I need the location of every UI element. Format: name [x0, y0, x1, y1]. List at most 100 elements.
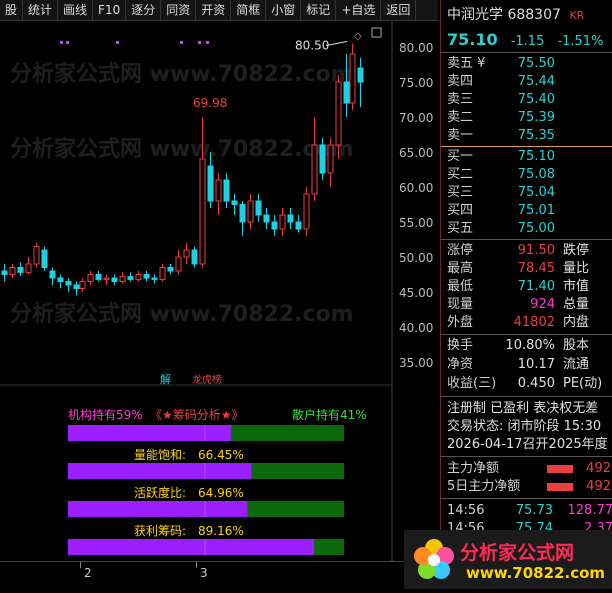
toolbar-item[interactable]: 画线 — [58, 0, 94, 20]
toolbar-item[interactable]: 逐分 — [126, 0, 162, 20]
quote-right-label: 总量 — [563, 297, 590, 312]
quote-row: 买一 75.10 — [447, 148, 612, 166]
quote-value: 924 — [530, 297, 555, 312]
candle-body — [335, 81, 342, 146]
candle-body — [87, 274, 94, 282]
candle-body — [311, 144, 318, 195]
price-axis-label: 40.00 — [399, 321, 433, 335]
toolbar-item[interactable]: 股 — [0, 0, 24, 20]
candle-body — [215, 179, 222, 202]
logo-text: 分析家公式网 — [460, 542, 575, 564]
site-logo: 分析家公式网 www.70822.com — [404, 530, 612, 589]
toolbar-item[interactable]: 简框 — [231, 0, 267, 20]
toolbar-item[interactable]: 标记 — [301, 0, 337, 20]
quote-value: 75.08 — [517, 167, 555, 182]
quote-row: 现量 924 总量 — [447, 296, 612, 314]
quote-label: 买二 — [447, 167, 474, 182]
date-tick — [80, 562, 81, 568]
watermark-text: 分析家公式网 www.70822.com — [10, 301, 354, 327]
candle-body — [73, 284, 80, 289]
quote-right-label: 市值 — [563, 279, 590, 294]
candle-body — [17, 267, 24, 273]
quote-value: 75.50 — [517, 56, 555, 71]
chip-bar-fill — [68, 425, 231, 441]
quote-right-label: 跌停 — [563, 243, 590, 258]
price-change-pct: -1.51% — [557, 34, 604, 49]
close-icon — [371, 27, 382, 38]
quote-label: 买三 — [447, 185, 474, 200]
date-label: 3 — [200, 566, 208, 580]
quote-row: 收益(三) 0.450 PE(动) — [447, 375, 612, 393]
price-axis-label: 80.00 — [399, 41, 433, 55]
watermark-text: 分析家公式网 www.70822.com — [10, 136, 354, 162]
separator — [441, 498, 612, 499]
info-line: 2026-04-17召开2025年度 — [447, 437, 608, 452]
quote-value: 75.40 — [517, 92, 555, 107]
toolbar-item[interactable]: 返回 — [381, 0, 417, 20]
kline-chart[interactable]: 分析家公式网 www.70822.com 分析家公式网 www.70822.com… — [0, 21, 438, 561]
toolbar-item[interactable]: +自选 — [336, 0, 382, 20]
toolbar-item[interactable]: 小窗 — [266, 0, 302, 20]
quote-value: 0.450 — [517, 376, 555, 391]
signal-dot — [116, 41, 119, 44]
date-tick — [196, 562, 197, 568]
candle-body — [271, 221, 278, 230]
quote-value: 71.40 — [517, 279, 555, 294]
quote-right-label: 内盘 — [563, 315, 590, 330]
toolbar-item[interactable]: 开资 — [196, 0, 232, 20]
info-line: 交易状态: 闭市阶段 15:30 — [447, 419, 602, 434]
toolbar-item[interactable]: 同资 — [161, 0, 197, 20]
quote-row: 卖三 75.40 — [447, 91, 612, 109]
price-axis-label: 50.00 — [399, 251, 433, 265]
quote-label: 现量 — [447, 297, 474, 312]
signal-dot — [180, 41, 183, 44]
candle-body — [279, 214, 286, 230]
chip-header-right: 散户持有41% — [292, 407, 367, 422]
quote-row: 最低 71.40 市值 — [447, 278, 612, 296]
separator — [441, 396, 612, 397]
toolbar-item[interactable]: F10 — [93, 0, 127, 20]
candle-body — [199, 158, 206, 265]
quote-label: 最低 — [447, 279, 474, 294]
quote-label: 卖四 — [447, 74, 474, 89]
price-axis-label: 75.00 — [399, 76, 433, 90]
tick-price: 75.73 — [515, 503, 553, 518]
flow-value: 492 — [586, 479, 611, 494]
chip-bar-value: 64.96% — [198, 486, 244, 500]
candle-body — [25, 263, 32, 273]
candle-body — [33, 246, 40, 265]
candle-body — [111, 277, 118, 282]
quote-value: 75.10 — [517, 149, 555, 164]
candle-body — [79, 281, 86, 289]
quote-label: 卖三 — [447, 92, 474, 107]
quote-row: 净资 10.17 流通 — [447, 356, 612, 374]
candle-body — [127, 276, 134, 280]
chip-header-mid: 《★筹码分析★》 — [150, 408, 244, 422]
quote-row: 涨停 91.50 跌停 — [447, 242, 612, 260]
quote-row: 买五 75.00 — [447, 220, 612, 238]
stock-tag: KR — [569, 9, 585, 22]
price-axis-label: 70.00 — [399, 111, 433, 125]
toolbar-item[interactable]: 统计 — [23, 0, 59, 20]
flow-label: 5日主力净额 — [447, 479, 521, 494]
candle-body — [327, 144, 334, 174]
peak-price-label: 80.50 — [295, 39, 329, 53]
candle-body — [349, 53, 356, 104]
info-line: 注册制 已盈利 表决权无差 — [447, 401, 599, 416]
separator — [441, 52, 612, 53]
candle-body — [143, 274, 150, 279]
quote-value: 75.35 — [517, 128, 555, 143]
candle-body — [41, 249, 48, 268]
candle-body — [263, 214, 270, 223]
quote-label: 买一 — [447, 149, 474, 164]
quote-value: 41802 — [513, 315, 555, 330]
bid-ask-divider — [441, 146, 612, 147]
flow-label: 主力净额 — [447, 461, 500, 476]
quote-label: 换手 — [447, 338, 474, 353]
chip-bar-fill — [68, 539, 315, 555]
quote-row: 换手 10.80% 股本 — [447, 337, 612, 355]
chip-bar-label: 获利筹码: — [134, 524, 186, 538]
candle-body — [9, 267, 16, 275]
quote-row: 买三 75.04 — [447, 184, 612, 202]
quote-right-label: 股本 — [563, 338, 590, 353]
